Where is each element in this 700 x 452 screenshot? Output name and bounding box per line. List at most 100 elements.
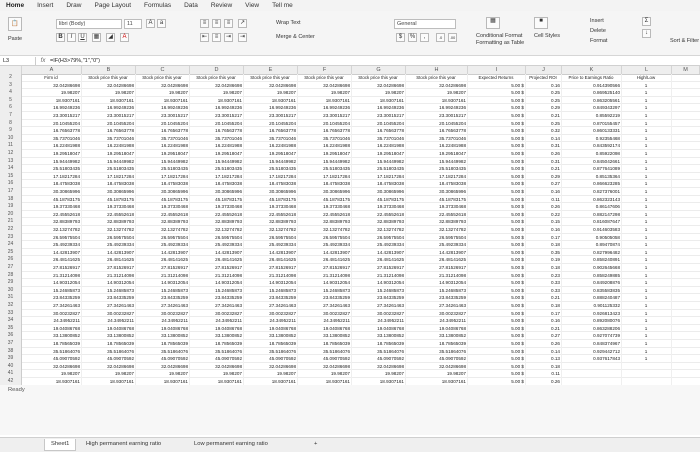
cell[interactable]: High/Low — [622, 74, 672, 82]
cell[interactable]: 16.99249236 — [22, 104, 82, 112]
cell[interactable]: 1 — [622, 340, 672, 348]
cell[interactable]: 19.37330468 — [298, 203, 352, 211]
cell[interactable]: 0.892080076 — [562, 317, 622, 325]
cell[interactable]: 25.51803435 — [352, 165, 406, 173]
cell[interactable]: 19.29518047 — [244, 150, 298, 158]
cell[interactable]: 15.94449982 — [298, 157, 352, 166]
increase-decimal-icon[interactable]: .0 — [436, 33, 445, 42]
row-header[interactable]: 16 — [0, 180, 22, 188]
cell[interactable]: 15.94449982 — [22, 157, 82, 166]
cell[interactable]: 16.76563778 — [22, 127, 82, 135]
cell[interactable]: 0.16 — [526, 81, 562, 90]
cell[interactable]: 35.51864076 — [352, 347, 406, 356]
tab-page-layout[interactable]: Page Layout — [95, 2, 132, 9]
cell[interactable]: 0.16 — [526, 317, 562, 325]
cell[interactable]: 18.9307161 — [82, 96, 136, 105]
row-header[interactable]: 18 — [0, 195, 22, 204]
cell[interactable]: 0.29 — [526, 104, 562, 112]
cell[interactable]: 32.88389793 — [406, 218, 468, 226]
cell[interactable]: 0.816087647 — [562, 218, 622, 226]
row-header[interactable]: 14 — [0, 165, 22, 173]
cell[interactable]: 18.78565039 — [244, 340, 298, 348]
cell[interactable]: 1 — [622, 157, 672, 166]
row-header[interactable]: 6 — [0, 104, 22, 112]
orientation-icon[interactable]: ↗ — [238, 19, 247, 28]
cell[interactable]: 5.00 $ — [468, 172, 526, 181]
cell[interactable]: 21.31214098 — [298, 271, 352, 280]
cell[interactable]: 14.42813907 — [22, 248, 82, 257]
font-color-icon[interactable]: A — [120, 33, 129, 42]
cell[interactable]: 15.94449982 — [352, 157, 406, 166]
cell[interactable]: 18.9307161 — [190, 96, 244, 105]
cell[interactable]: 20.10455204 — [22, 119, 82, 128]
cell[interactable]: 19.98207 — [352, 370, 406, 378]
cell[interactable]: 27.34261463 — [244, 302, 298, 310]
cell[interactable]: 25.49239334 — [82, 241, 136, 249]
cell[interactable]: 45.09070592 — [244, 355, 298, 363]
cell[interactable]: 0.888240487 — [562, 294, 622, 302]
autosum-icon[interactable]: Σ — [642, 17, 651, 26]
cell[interactable]: 18.47583038 — [22, 180, 82, 188]
cell[interactable]: 1 — [622, 172, 672, 181]
cell[interactable]: 17.18217284 — [298, 172, 352, 181]
cell[interactable]: 24.34952211 — [298, 317, 352, 325]
cell[interactable]: 32.04286698 — [22, 362, 82, 371]
cell[interactable]: 18.47583038 — [244, 180, 298, 188]
cell[interactable]: 1 — [622, 241, 672, 249]
cell[interactable]: 45.09070592 — [352, 355, 406, 363]
cell[interactable]: 21.31214098 — [22, 271, 82, 280]
cell[interactable]: 19.98207 — [190, 89, 244, 97]
cell[interactable]: 32.04286698 — [190, 81, 244, 90]
cell[interactable]: 5.00 $ — [468, 317, 526, 325]
cell[interactable]: 16.76563778 — [190, 127, 244, 135]
cell[interactable]: 35.51864076 — [190, 347, 244, 356]
cell[interactable]: 16.99249236 — [136, 104, 190, 112]
cell[interactable]: 0.18 — [526, 362, 562, 371]
cell[interactable]: 15.94449982 — [190, 157, 244, 166]
cell[interactable]: 19.98207 — [298, 370, 352, 378]
cell[interactable]: 23.30015217 — [190, 112, 244, 120]
cell[interactable]: 30.00232827 — [22, 309, 82, 318]
row-header[interactable]: 23 — [0, 233, 22, 242]
cell[interactable]: 19.37330468 — [244, 203, 298, 211]
number-format-select[interactable]: General — [394, 19, 456, 29]
cell[interactable]: 0.11 — [526, 370, 562, 378]
cell[interactable]: 19.98207 — [244, 89, 298, 97]
cell[interactable]: 5.00 $ — [468, 195, 526, 204]
indent-icon[interactable]: ⇥ — [238, 33, 247, 42]
cell[interactable]: 35.73701046 — [352, 134, 406, 143]
cell[interactable]: 0.937617843 — [562, 355, 622, 363]
fill-down-icon[interactable]: ↓ — [642, 29, 651, 38]
cell[interactable]: 19.37330468 — [82, 203, 136, 211]
cell[interactable]: 1 — [622, 142, 672, 150]
cell[interactable]: 5.00 $ — [468, 104, 526, 112]
cell[interactable]: 1 — [622, 317, 672, 325]
cell[interactable]: 1 — [622, 248, 672, 257]
row-header[interactable]: 4 — [0, 89, 22, 97]
cell[interactable]: 24.34952211 — [136, 317, 190, 325]
cell[interactable]: 5.00 $ — [468, 157, 526, 166]
cell[interactable]: 26.48141625 — [244, 256, 298, 264]
tab-draw[interactable]: Draw — [66, 2, 81, 9]
cell[interactable]: 0.849343297 — [562, 104, 622, 112]
cell[interactable]: 27.34261463 — [352, 302, 406, 310]
cell[interactable]: 18.9307161 — [298, 96, 352, 105]
cell[interactable]: 19.29518047 — [190, 150, 244, 158]
cell[interactable]: 23.84335259 — [298, 294, 352, 302]
cell[interactable]: 16.22481988 — [244, 142, 298, 150]
cell[interactable]: 5.00 $ — [468, 142, 526, 150]
cell[interactable]: 0.14 — [526, 134, 562, 143]
cell[interactable]: 14.42813907 — [190, 248, 244, 257]
cell[interactable]: 16.76563778 — [244, 127, 298, 135]
cell[interactable]: 0.862323143 — [562, 195, 622, 204]
fill-color-icon[interactable]: ◢ — [106, 33, 115, 42]
cell[interactable]: 18.47583038 — [136, 180, 190, 188]
cell[interactable]: 19.04086768 — [298, 324, 352, 333]
cell[interactable]: 45.18783175 — [352, 195, 406, 204]
cell[interactable]: 33.13800852 — [298, 332, 352, 340]
cell[interactable]: 15.94449982 — [82, 157, 136, 166]
cell[interactable]: 19.98207 — [190, 370, 244, 378]
cell[interactable]: 15.24685873 — [406, 286, 468, 295]
cell[interactable]: 5.00 $ — [468, 294, 526, 302]
column-header-j[interactable]: J — [526, 66, 562, 74]
